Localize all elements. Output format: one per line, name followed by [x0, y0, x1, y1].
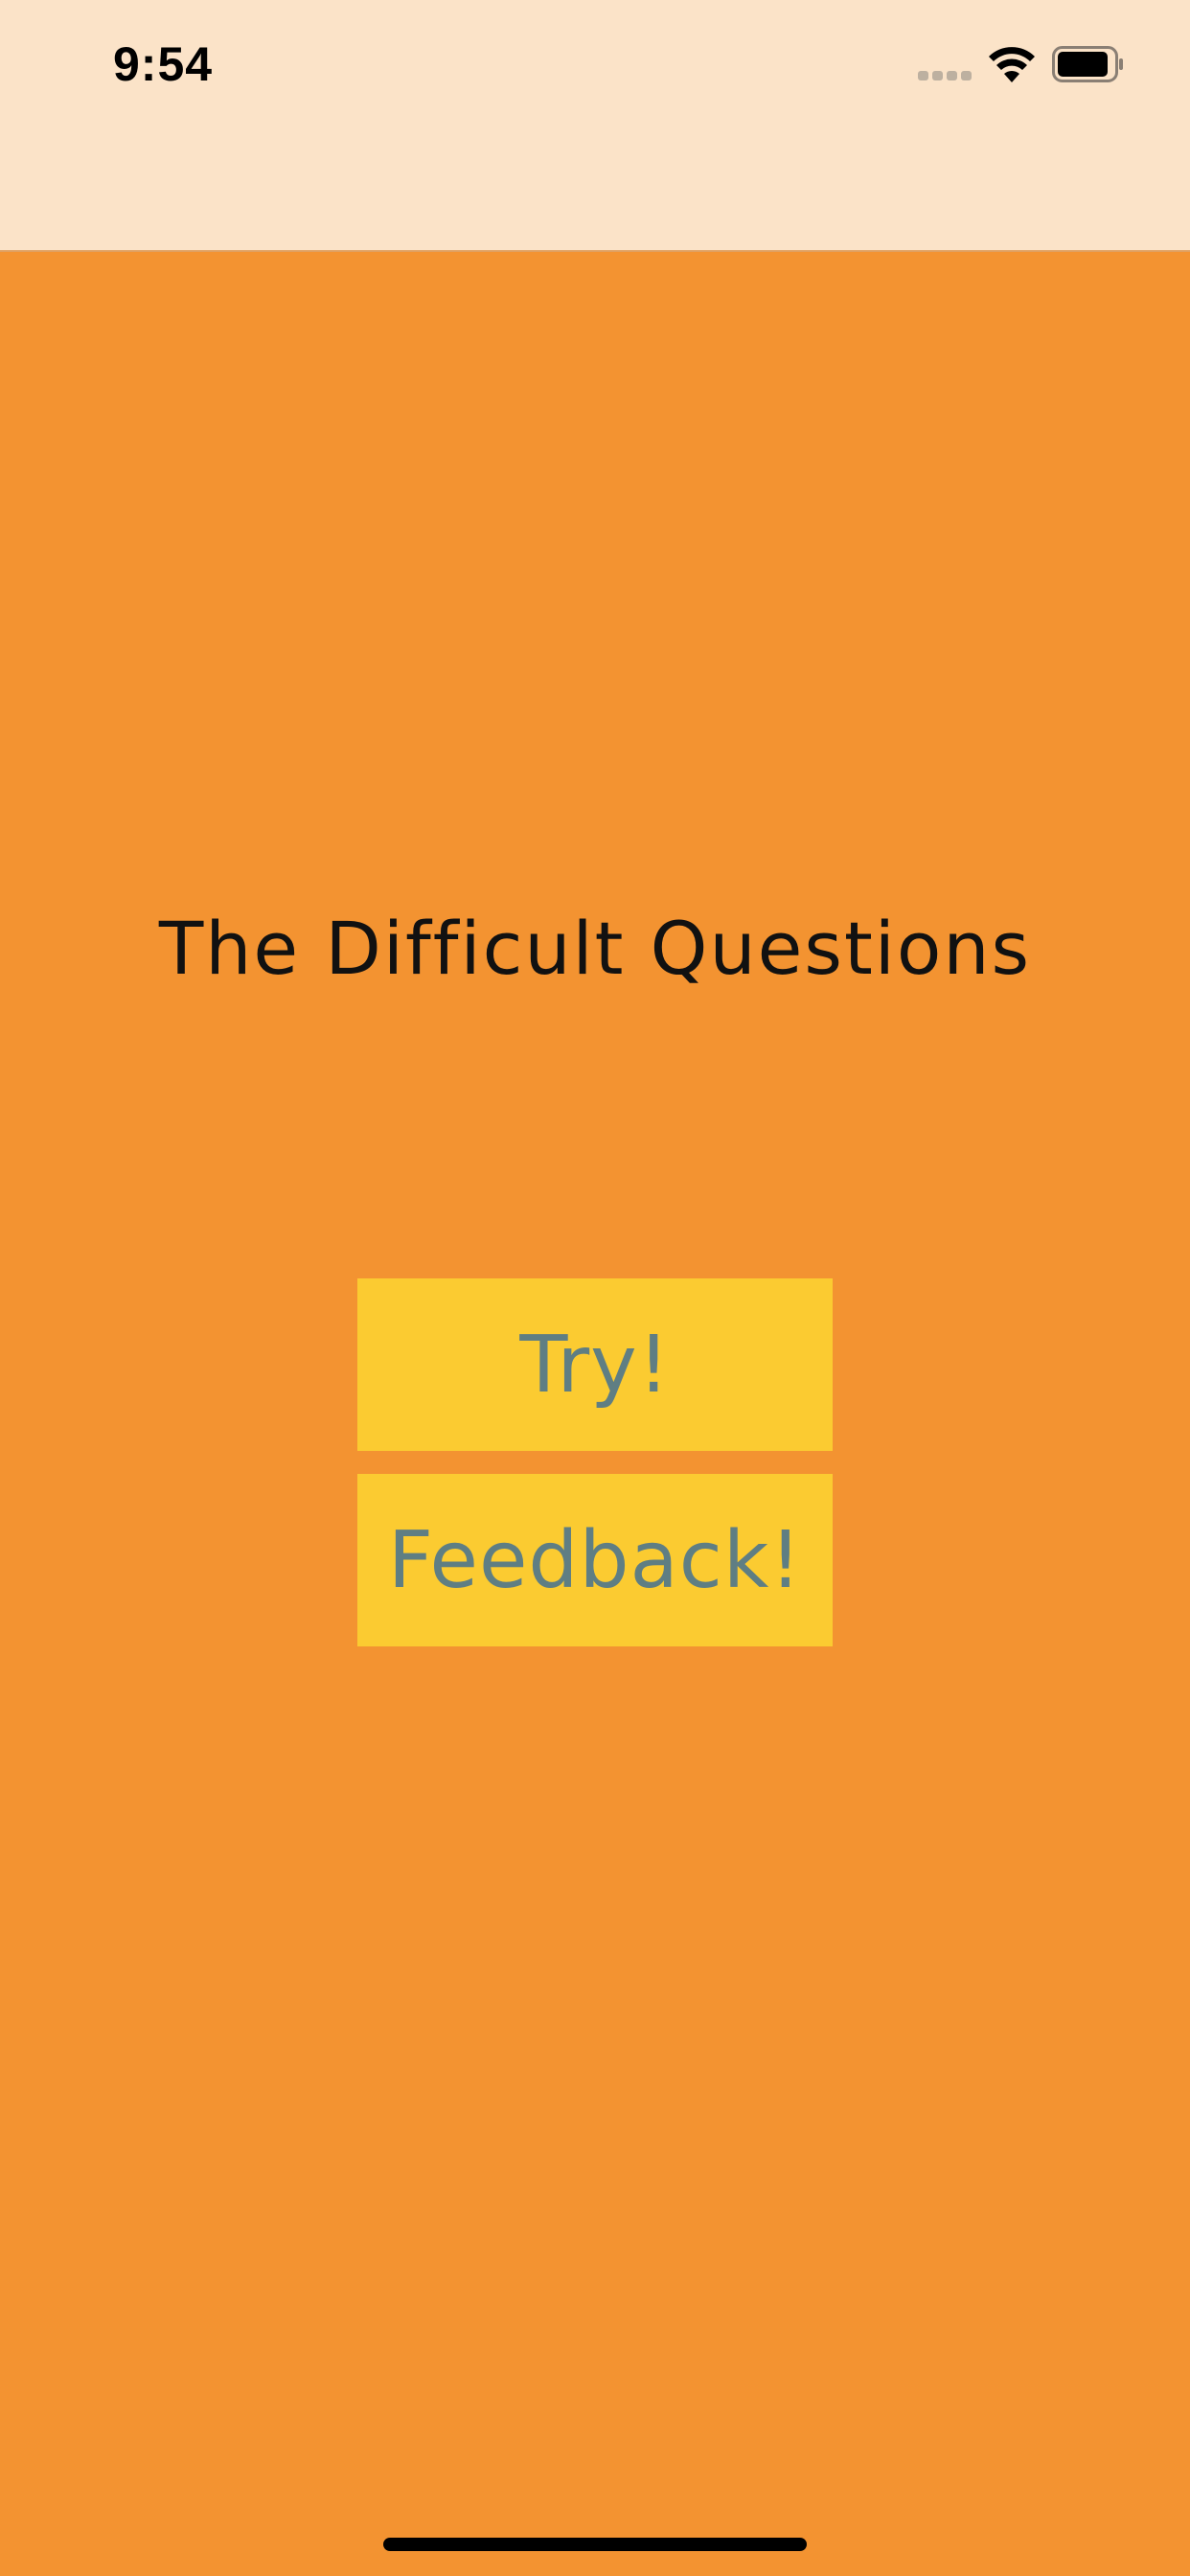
- wifi-icon: [989, 47, 1035, 82]
- page-title: The Difficult Questions: [158, 906, 1032, 991]
- cellular-signal-icon: [918, 71, 973, 82]
- battery-icon: [1052, 46, 1123, 82]
- signal-bar: [947, 71, 957, 80]
- status-time: 9:54: [113, 37, 214, 91]
- home-indicator[interactable]: [383, 2538, 807, 2551]
- signal-bar: [932, 71, 943, 80]
- feedback-button[interactable]: Feedback!: [357, 1474, 833, 1646]
- signal-bar: [918, 71, 928, 80]
- status-bar: 9:54: [0, 0, 1190, 252]
- signal-bar: [961, 71, 972, 80]
- try-button[interactable]: Try!: [357, 1278, 833, 1451]
